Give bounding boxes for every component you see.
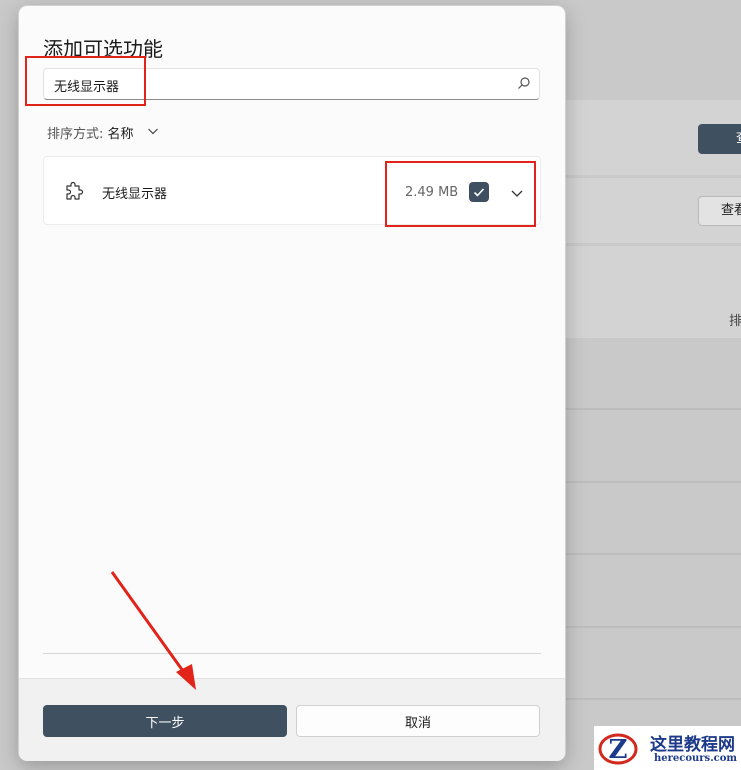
cancel-button[interactable]: 取消 (296, 705, 540, 737)
bg-divider (566, 626, 741, 628)
sort-label: 排序方式: (47, 127, 108, 142)
bg-view-features-button: 查看 (698, 196, 741, 226)
bg-divider (566, 698, 741, 700)
bg-panel (566, 246, 741, 338)
next-button[interactable]: 下一步 (43, 705, 287, 737)
bg-view-button: 查 (698, 124, 741, 154)
feature-name: 无线显示器 (102, 187, 168, 202)
search-icon[interactable] (517, 76, 531, 90)
watermark: Z 这里教程网 herecours.com (594, 726, 741, 770)
sort-value: 名称 (107, 127, 134, 142)
bg-divider (566, 481, 741, 483)
annotation-box-search (25, 56, 146, 106)
chevron-down-icon[interactable] (147, 125, 159, 137)
puzzle-icon (66, 182, 84, 200)
bg-divider (566, 553, 741, 555)
watermark-title: 这里教程网 (650, 735, 735, 755)
annotation-arrow (110, 571, 196, 690)
watermark-logo-letter: Z (609, 735, 628, 765)
annotation-box-checkbox (385, 161, 536, 227)
bg-sort-label: 排 (729, 314, 741, 329)
watermark-logo: Z (598, 733, 638, 765)
sort-control[interactable]: 排序方式: 名称 (47, 123, 134, 142)
watermark-url: herecours.com (654, 753, 738, 764)
bg-divider (566, 408, 741, 410)
